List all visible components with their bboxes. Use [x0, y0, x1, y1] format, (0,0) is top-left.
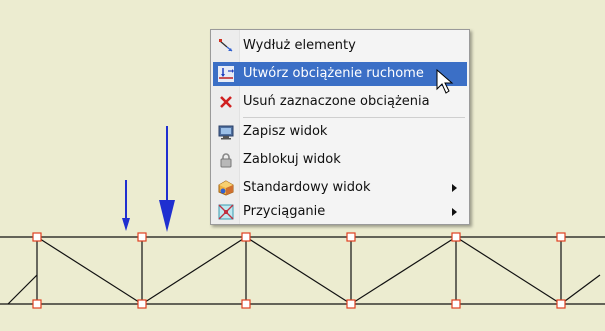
load-arrow-large[interactable] [159, 126, 175, 232]
truss-node[interactable] [137, 232, 147, 242]
truss-diagonal [350, 236, 457, 305]
truss-node[interactable] [346, 299, 356, 309]
mouse-pointer-icon [436, 69, 454, 94]
menu-item-label: Usuń zaznaczone obciążenia [243, 94, 430, 109]
menu-item-label: Standardowy widok [243, 180, 371, 195]
submenu-arrow-icon [452, 208, 457, 216]
submenu-arrow-icon [452, 184, 457, 192]
truss-diagonal [455, 236, 562, 305]
truss-node[interactable] [556, 232, 566, 242]
menu-item-label: Zapisz widok [243, 124, 328, 139]
truss-node[interactable] [32, 232, 42, 242]
menu-item-label: Utwórz obciążenie ruchome [243, 66, 424, 81]
delete-x-icon [220, 96, 232, 108]
snap-icon [218, 204, 234, 220]
extend-elements-icon [219, 39, 233, 52]
truss-node[interactable] [137, 299, 147, 309]
menu-separator [243, 117, 465, 118]
menu-item-label: Przyciąganie [243, 204, 326, 219]
context-menu: Wydłuż elementy Utwórz obciążenie ruchom… [210, 29, 470, 225]
truss-diagonal [245, 236, 352, 305]
menu-item-extend-elements[interactable]: Wydłuż elementy [213, 34, 467, 58]
menu-item-delete-selected-loads[interactable]: Usuń zaznaczone obciążenia [213, 90, 467, 114]
menu-item-label: Wydłuż elementy [243, 38, 356, 53]
truss-structure [0, 236, 605, 305]
lock-icon [220, 153, 232, 168]
standard-view-icon [218, 180, 234, 196]
truss-node[interactable] [451, 232, 461, 242]
truss-diagonal [560, 274, 601, 305]
truss-diagonal [36, 236, 143, 305]
menu-item-snapping[interactable]: Przyciąganie [213, 200, 467, 224]
moving-load-icon [218, 66, 234, 82]
truss-node[interactable] [556, 299, 566, 309]
menu-item-lock-view[interactable]: Zablokuj widok [213, 148, 467, 172]
truss-node[interactable] [346, 232, 356, 242]
menu-item-create-moving-load[interactable]: Utwórz obciążenie ruchome [213, 62, 467, 86]
truss-diagonal [141, 236, 247, 305]
load-arrow-small[interactable] [122, 180, 130, 231]
truss-node[interactable] [32, 299, 42, 309]
menu-item-standard-view[interactable]: Standardowy widok [213, 176, 467, 200]
menu-item-save-view[interactable]: Zapisz widok [213, 120, 467, 144]
truss-node[interactable] [241, 232, 251, 242]
save-view-icon [218, 125, 234, 140]
menu-item-label: Zablokuj widok [243, 152, 341, 167]
truss-node[interactable] [241, 299, 251, 309]
truss-node[interactable] [451, 299, 461, 309]
